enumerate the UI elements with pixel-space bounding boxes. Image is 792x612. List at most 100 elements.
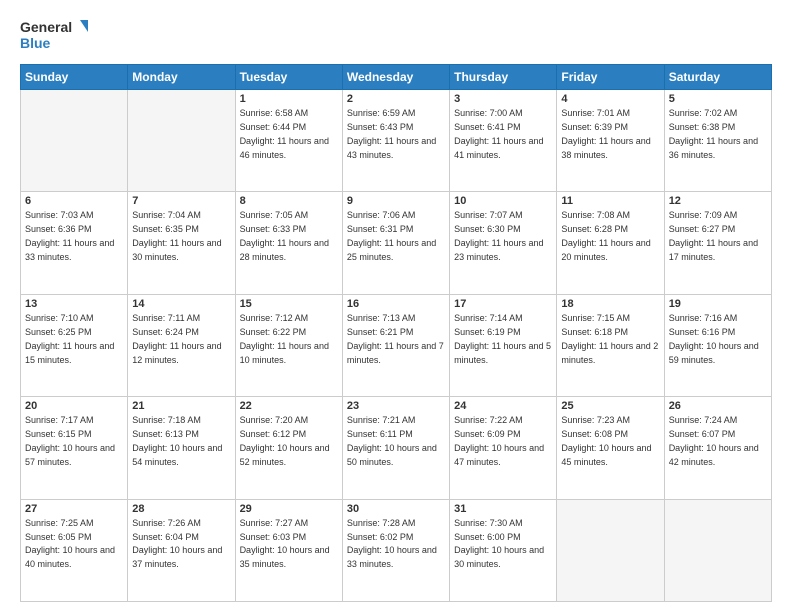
logo: General Blue [20, 16, 90, 54]
calendar-cell: 7 Sunrise: 7:04 AMSunset: 6:35 PMDaylight… [128, 192, 235, 294]
calendar-cell: 9 Sunrise: 7:06 AMSunset: 6:31 PMDaylight… [342, 192, 449, 294]
day-number: 2 [347, 93, 445, 105]
sun-info: Sunrise: 7:15 AMSunset: 6:18 PMDaylight:… [561, 312, 659, 368]
day-number: 14 [132, 298, 230, 310]
day-number: 7 [132, 195, 230, 207]
sun-info: Sunrise: 7:04 AMSunset: 6:35 PMDaylight:… [132, 209, 230, 265]
day-number: 23 [347, 400, 445, 412]
calendar-cell: 4Sunrise: 7:01 AMSunset: 6:39 PMDaylight… [557, 90, 664, 192]
sun-info: Sunrise: 6:59 AMSunset: 6:43 PMDaylight:… [347, 107, 445, 163]
calendar-cell [21, 90, 128, 192]
day-number: 6 [25, 195, 123, 207]
day-number: 11 [561, 195, 659, 207]
calendar-week-row: 20 Sunrise: 7:17 AMSunset: 6:15 PMDayligh… [21, 397, 772, 499]
sun-info: Sunrise: 7:14 AMSunset: 6:19 PMDaylight:… [454, 312, 552, 368]
calendar-cell: 21Sunrise: 7:18 AMSunset: 6:13 PMDayligh… [128, 397, 235, 499]
sun-info: Sunrise: 7:01 AMSunset: 6:39 PMDaylight:… [561, 107, 659, 163]
calendar-header-row: SundayMondayTuesdayWednesdayThursdayFrid… [21, 65, 772, 90]
sun-info: Sunrise: 7:06 AMSunset: 6:31 PMDaylight:… [347, 209, 445, 265]
sun-info: Sunrise: 7:20 AMSunset: 6:12 PMDaylight:… [240, 414, 338, 470]
calendar-cell: 18 Sunrise: 7:15 AMSunset: 6:18 PMDayligh… [557, 294, 664, 396]
calendar-cell: 2 Sunrise: 6:59 AMSunset: 6:43 PMDaylight… [342, 90, 449, 192]
sun-info: Sunrise: 7:21 AMSunset: 6:11 PMDaylight:… [347, 414, 445, 470]
sun-info: Sunrise: 7:22 AMSunset: 6:09 PMDaylight:… [454, 414, 552, 470]
calendar-cell [128, 90, 235, 192]
day-number: 10 [454, 195, 552, 207]
calendar-header-monday: Monday [128, 65, 235, 90]
sun-info: Sunrise: 6:58 AMSunset: 6:44 PMDaylight:… [240, 107, 338, 163]
day-number: 31 [454, 503, 552, 515]
calendar-cell: 19 Sunrise: 7:16 AMSunset: 6:16 PMDayligh… [664, 294, 771, 396]
day-number: 16 [347, 298, 445, 310]
day-number: 15 [240, 298, 338, 310]
day-number: 28 [132, 503, 230, 515]
day-number: 27 [25, 503, 123, 515]
calendar-cell: 25 Sunrise: 7:23 AMSunset: 6:08 PMDayligh… [557, 397, 664, 499]
calendar-cell: 15 Sunrise: 7:12 AMSunset: 6:22 PMDayligh… [235, 294, 342, 396]
calendar-cell: 30 Sunrise: 7:28 AMSunset: 6:02 PMDayligh… [342, 499, 449, 601]
day-number: 22 [240, 400, 338, 412]
logo-svg: General Blue [20, 16, 90, 54]
calendar-cell: 24 Sunrise: 7:22 AMSunset: 6:09 PMDayligh… [450, 397, 557, 499]
sun-info: Sunrise: 7:27 AMSunset: 6:03 PMDaylight:… [240, 517, 338, 573]
sun-info: Sunrise: 7:00 AMSunset: 6:41 PMDaylight:… [454, 107, 552, 163]
sun-info: Sunrise: 7:07 AMSunset: 6:30 PMDaylight:… [454, 209, 552, 265]
day-number: 17 [454, 298, 552, 310]
sun-info: Sunrise: 7:11 AMSunset: 6:24 PMDaylight:… [132, 312, 230, 368]
sun-info: Sunrise: 7:24 AMSunset: 6:07 PMDaylight:… [669, 414, 767, 470]
calendar-cell: 11Sunrise: 7:08 AMSunset: 6:28 PMDayligh… [557, 192, 664, 294]
calendar-week-row: 13Sunrise: 7:10 AMSunset: 6:25 PMDayligh… [21, 294, 772, 396]
calendar-cell: 22 Sunrise: 7:20 AMSunset: 6:12 PMDayligh… [235, 397, 342, 499]
day-number: 25 [561, 400, 659, 412]
calendar-cell: 3 Sunrise: 7:00 AMSunset: 6:41 PMDaylight… [450, 90, 557, 192]
calendar-cell: 16 Sunrise: 7:13 AMSunset: 6:21 PMDayligh… [342, 294, 449, 396]
sun-info: Sunrise: 7:28 AMSunset: 6:02 PMDaylight:… [347, 517, 445, 573]
sun-info: Sunrise: 7:26 AMSunset: 6:04 PMDaylight:… [132, 517, 230, 573]
sun-info: Sunrise: 7:12 AMSunset: 6:22 PMDaylight:… [240, 312, 338, 368]
calendar-header-wednesday: Wednesday [342, 65, 449, 90]
sun-info: Sunrise: 7:23 AMSunset: 6:08 PMDaylight:… [561, 414, 659, 470]
svg-text:General: General [20, 19, 72, 35]
day-number: 8 [240, 195, 338, 207]
day-number: 20 [25, 400, 123, 412]
sun-info: Sunrise: 7:30 AMSunset: 6:00 PMDaylight:… [454, 517, 552, 573]
day-number: 1 [240, 93, 338, 105]
day-number: 19 [669, 298, 767, 310]
calendar-cell: 6 Sunrise: 7:03 AMSunset: 6:36 PMDaylight… [21, 192, 128, 294]
calendar-week-row: 6 Sunrise: 7:03 AMSunset: 6:36 PMDaylight… [21, 192, 772, 294]
sun-info: Sunrise: 7:18 AMSunset: 6:13 PMDaylight:… [132, 414, 230, 470]
sun-info: Sunrise: 7:25 AMSunset: 6:05 PMDaylight:… [25, 517, 123, 573]
calendar-cell: 5 Sunrise: 7:02 AMSunset: 6:38 PMDaylight… [664, 90, 771, 192]
calendar-week-row: 27 Sunrise: 7:25 AMSunset: 6:05 PMDayligh… [21, 499, 772, 601]
calendar-week-row: 1 Sunrise: 6:58 AMSunset: 6:44 PMDaylight… [21, 90, 772, 192]
calendar-header-tuesday: Tuesday [235, 65, 342, 90]
day-number: 30 [347, 503, 445, 515]
day-number: 29 [240, 503, 338, 515]
calendar-header-thursday: Thursday [450, 65, 557, 90]
day-number: 3 [454, 93, 552, 105]
calendar-cell: 26 Sunrise: 7:24 AMSunset: 6:07 PMDayligh… [664, 397, 771, 499]
sun-info: Sunrise: 7:17 AMSunset: 6:15 PMDaylight:… [25, 414, 123, 470]
calendar-cell [557, 499, 664, 601]
calendar-cell: 17 Sunrise: 7:14 AMSunset: 6:19 PMDayligh… [450, 294, 557, 396]
sun-info: Sunrise: 7:10 AMSunset: 6:25 PMDaylight:… [25, 312, 123, 368]
sun-info: Sunrise: 7:02 AMSunset: 6:38 PMDaylight:… [669, 107, 767, 163]
calendar-cell: 10 Sunrise: 7:07 AMSunset: 6:30 PMDayligh… [450, 192, 557, 294]
svg-text:Blue: Blue [20, 35, 51, 51]
calendar-cell: 8Sunrise: 7:05 AMSunset: 6:33 PMDaylight… [235, 192, 342, 294]
day-number: 24 [454, 400, 552, 412]
day-number: 12 [669, 195, 767, 207]
sun-info: Sunrise: 7:13 AMSunset: 6:21 PMDaylight:… [347, 312, 445, 368]
calendar-cell: 12Sunrise: 7:09 AMSunset: 6:27 PMDayligh… [664, 192, 771, 294]
calendar-cell: 29 Sunrise: 7:27 AMSunset: 6:03 PMDayligh… [235, 499, 342, 601]
calendar-cell: 13Sunrise: 7:10 AMSunset: 6:25 PMDayligh… [21, 294, 128, 396]
calendar-cell: 14 Sunrise: 7:11 AMSunset: 6:24 PMDayligh… [128, 294, 235, 396]
day-number: 26 [669, 400, 767, 412]
day-number: 9 [347, 195, 445, 207]
calendar-cell: 28 Sunrise: 7:26 AMSunset: 6:04 PMDayligh… [128, 499, 235, 601]
day-number: 5 [669, 93, 767, 105]
calendar-cell: 31 Sunrise: 7:30 AMSunset: 6:00 PMDayligh… [450, 499, 557, 601]
sun-info: Sunrise: 7:03 AMSunset: 6:36 PMDaylight:… [25, 209, 123, 265]
day-number: 18 [561, 298, 659, 310]
sun-info: Sunrise: 7:16 AMSunset: 6:16 PMDaylight:… [669, 312, 767, 368]
